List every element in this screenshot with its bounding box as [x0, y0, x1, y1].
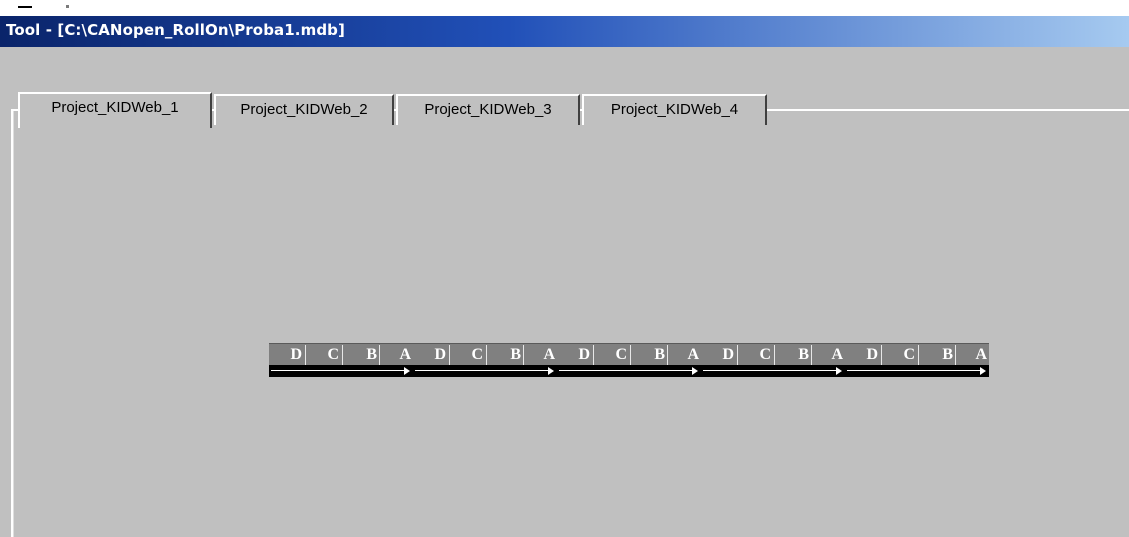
cell-label: C: [759, 346, 771, 363]
tab-project-kidweb-3[interactable]: Project_KIDWeb_3: [396, 94, 580, 125]
right-arrow-icon: [836, 367, 842, 375]
tab-label: Project_KIDWeb_2: [240, 101, 368, 118]
tab-project-kidweb-1[interactable]: Project_KIDWeb_1: [18, 92, 212, 128]
tab-panel: [11, 109, 1129, 537]
cell-label: C: [471, 346, 483, 363]
right-arrow-icon: [404, 367, 410, 375]
cell-label: D: [722, 346, 734, 363]
cell-label: D: [290, 346, 302, 363]
cell-label: A: [975, 346, 987, 363]
right-arrow-icon: [980, 367, 986, 375]
segment-rail: [413, 365, 557, 377]
chain-segment[interactable]: D C B A: [413, 343, 557, 377]
cell-label: B: [942, 346, 953, 363]
segment-rail: [557, 365, 701, 377]
segment-rail: [269, 365, 413, 377]
cell-label: B: [366, 346, 377, 363]
menu-area: [0, 47, 1129, 93]
tab-project-kidweb-4[interactable]: Project_KIDWeb_4: [582, 94, 767, 125]
right-arrow-icon: [548, 367, 554, 375]
tab-label: Project_KIDWeb_1: [51, 99, 179, 116]
cell-label: B: [510, 346, 521, 363]
cell-label: C: [327, 346, 339, 363]
cell-label: D: [866, 346, 878, 363]
segment-rail: [701, 365, 845, 377]
chain-segment[interactable]: D C B A: [557, 343, 701, 377]
desktop-edge-line: [18, 6, 32, 8]
cell-label: A: [831, 346, 843, 363]
cell-label: A: [687, 346, 699, 363]
cell-label: C: [903, 346, 915, 363]
tab-project-kidweb-2[interactable]: Project_KIDWeb_2: [214, 94, 394, 125]
right-arrow-icon: [692, 367, 698, 375]
tab-label: Project_KIDWeb_3: [424, 101, 552, 118]
cell-label: B: [654, 346, 665, 363]
cell-label: B: [798, 346, 809, 363]
chain-segment[interactable]: D C B A: [845, 343, 989, 377]
chain-segment[interactable]: D C B A: [701, 343, 845, 377]
desktop-edge-dot: [66, 5, 69, 8]
cell-label: D: [434, 346, 446, 363]
segment-rail: [845, 365, 989, 377]
title-bar[interactable]: Tool - [C:\CANopen_RollOn\Proba1.mdb]: [0, 16, 1129, 47]
cell-label: A: [399, 346, 411, 363]
chain-segment[interactable]: D C B A: [269, 343, 413, 377]
window-title: Tool - [C:\CANopen_RollOn\Proba1.mdb]: [6, 21, 345, 39]
desktop-edge: [0, 0, 1129, 16]
tab-label: Project_KIDWeb_4: [610, 101, 739, 118]
cell-label: C: [615, 346, 627, 363]
cell-label: A: [543, 346, 555, 363]
cell-label: D: [578, 346, 590, 363]
